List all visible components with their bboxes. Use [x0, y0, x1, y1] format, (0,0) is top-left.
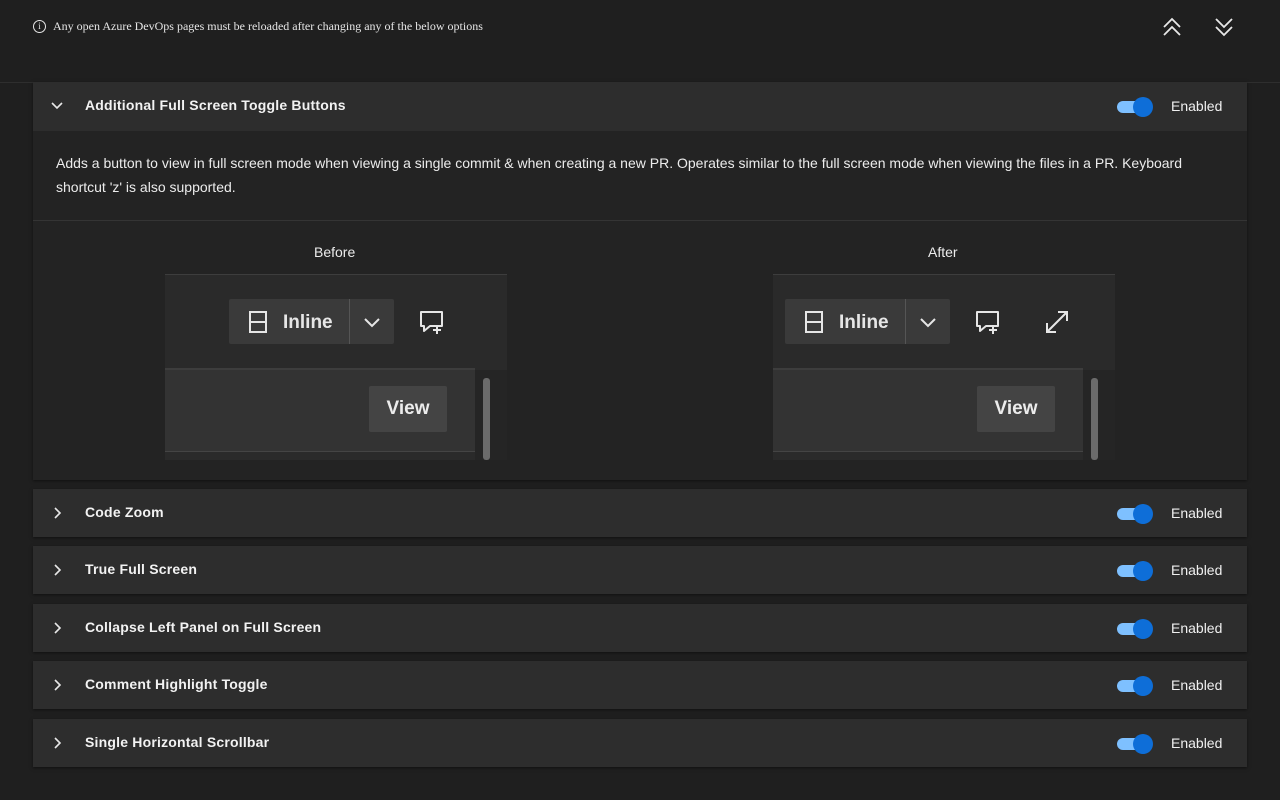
feature-panel-single-horizontal-scrollbar: Single Horizontal Scrollbar Enabled: [33, 719, 1247, 767]
toggle-knob: [1133, 619, 1153, 639]
chevron-down-icon[interactable]: [49, 98, 65, 114]
add-comment-icon: [420, 311, 443, 334]
full-screen-icon: [1046, 311, 1068, 333]
toggle-status: Enabled: [1171, 677, 1223, 693]
feature-header[interactable]: Comment Highlight Toggle Enabled: [33, 661, 1247, 709]
feature-panel-collapse-left-panel: Collapse Left Panel on Full Screen Enabl…: [33, 604, 1247, 652]
after-preview-image: Inline View: [773, 274, 1115, 460]
toggle-status: Enabled: [1171, 505, 1223, 521]
view-mode-selector: Inline: [229, 299, 394, 344]
toggle-knob: [1133, 561, 1153, 581]
view-mode-label: Inline: [283, 312, 333, 333]
feature-header[interactable]: Single Horizontal Scrollbar Enabled: [33, 719, 1247, 767]
divider: [33, 220, 1247, 221]
chevron-right-icon[interactable]: [49, 735, 65, 751]
feature-header[interactable]: True Full Screen Enabled: [33, 546, 1247, 594]
feature-panel-full-screen-toggle: Additional Full Screen Toggle Buttons En…: [33, 82, 1247, 480]
chevron-right-icon[interactable]: [49, 562, 65, 578]
feature-toggle[interactable]: [1116, 618, 1153, 639]
chevron-right-icon[interactable]: [49, 620, 65, 636]
feature-title: True Full Screen: [85, 561, 198, 577]
feature-header[interactable]: Collapse Left Panel on Full Screen Enabl…: [33, 604, 1247, 652]
view-button: View: [369, 386, 447, 432]
notice-text: Any open Azure DevOps pages must be relo…: [53, 19, 483, 33]
reload-notice: i Any open Azure DevOps pages must be re…: [33, 19, 483, 34]
feature-title: Single Horizontal Scrollbar: [85, 734, 270, 750]
inline-layout-icon: [249, 311, 267, 333]
feature-title: Collapse Left Panel on Full Screen: [85, 619, 322, 635]
chevron-right-icon[interactable]: [49, 505, 65, 521]
view-mode-selector: Inline: [785, 299, 950, 344]
feature-panel-true-full-screen: True Full Screen Enabled: [33, 546, 1247, 594]
double-chevron-up-icon: [1163, 17, 1181, 36]
view-mode-label: Inline: [839, 312, 889, 333]
before-preview-image: Inline View: [165, 274, 507, 460]
toggle-knob: [1133, 734, 1153, 754]
feature-toggle[interactable]: [1116, 560, 1153, 581]
scrollbar-thumb: [483, 378, 490, 460]
double-chevron-down-icon: [1215, 18, 1233, 37]
chevron-down-icon: [920, 318, 936, 328]
feature-title: Additional Full Screen Toggle Buttons: [85, 97, 346, 113]
inline-layout-icon: [805, 311, 823, 333]
toggle-status: Enabled: [1171, 620, 1223, 636]
feature-toggle[interactable]: [1116, 675, 1153, 696]
chevron-down-icon: [364, 318, 380, 328]
feature-title: Comment Highlight Toggle: [85, 676, 268, 692]
feature-description: Adds a button to view in full screen mod…: [56, 155, 1183, 195]
toggle-status: Enabled: [1171, 735, 1223, 751]
feature-body: Adds a button to view in full screen mod…: [33, 131, 1247, 480]
top-bar: i Any open Azure DevOps pages must be re…: [0, 0, 1280, 83]
before-caption: Before: [314, 244, 356, 260]
toggle-knob: [1133, 676, 1153, 696]
scrollbar-thumb: [1091, 378, 1098, 460]
feature-toggle[interactable]: [1116, 733, 1153, 754]
add-comment-icon: [976, 311, 999, 334]
feature-title: Code Zoom: [85, 504, 164, 520]
info-icon: i: [33, 20, 46, 33]
feature-toggle[interactable]: [1116, 503, 1153, 524]
toggle-status: Enabled: [1171, 98, 1223, 114]
after-caption: After: [928, 244, 958, 260]
feature-panel-comment-highlight-toggle: Comment Highlight Toggle Enabled: [33, 661, 1247, 709]
feature-header[interactable]: Code Zoom Enabled: [33, 489, 1247, 537]
toggle-status: Enabled: [1171, 562, 1223, 578]
feature-panel-code-zoom: Code Zoom Enabled: [33, 489, 1247, 537]
view-button: View: [977, 386, 1055, 432]
collapse-all-button[interactable]: [1159, 14, 1185, 40]
feature-toggle[interactable]: [1116, 96, 1153, 117]
toggle-knob: [1133, 97, 1153, 117]
toggle-knob: [1133, 504, 1153, 524]
expand-all-button[interactable]: [1211, 14, 1237, 40]
chevron-right-icon[interactable]: [49, 677, 65, 693]
feature-header[interactable]: Additional Full Screen Toggle Buttons En…: [33, 82, 1247, 130]
